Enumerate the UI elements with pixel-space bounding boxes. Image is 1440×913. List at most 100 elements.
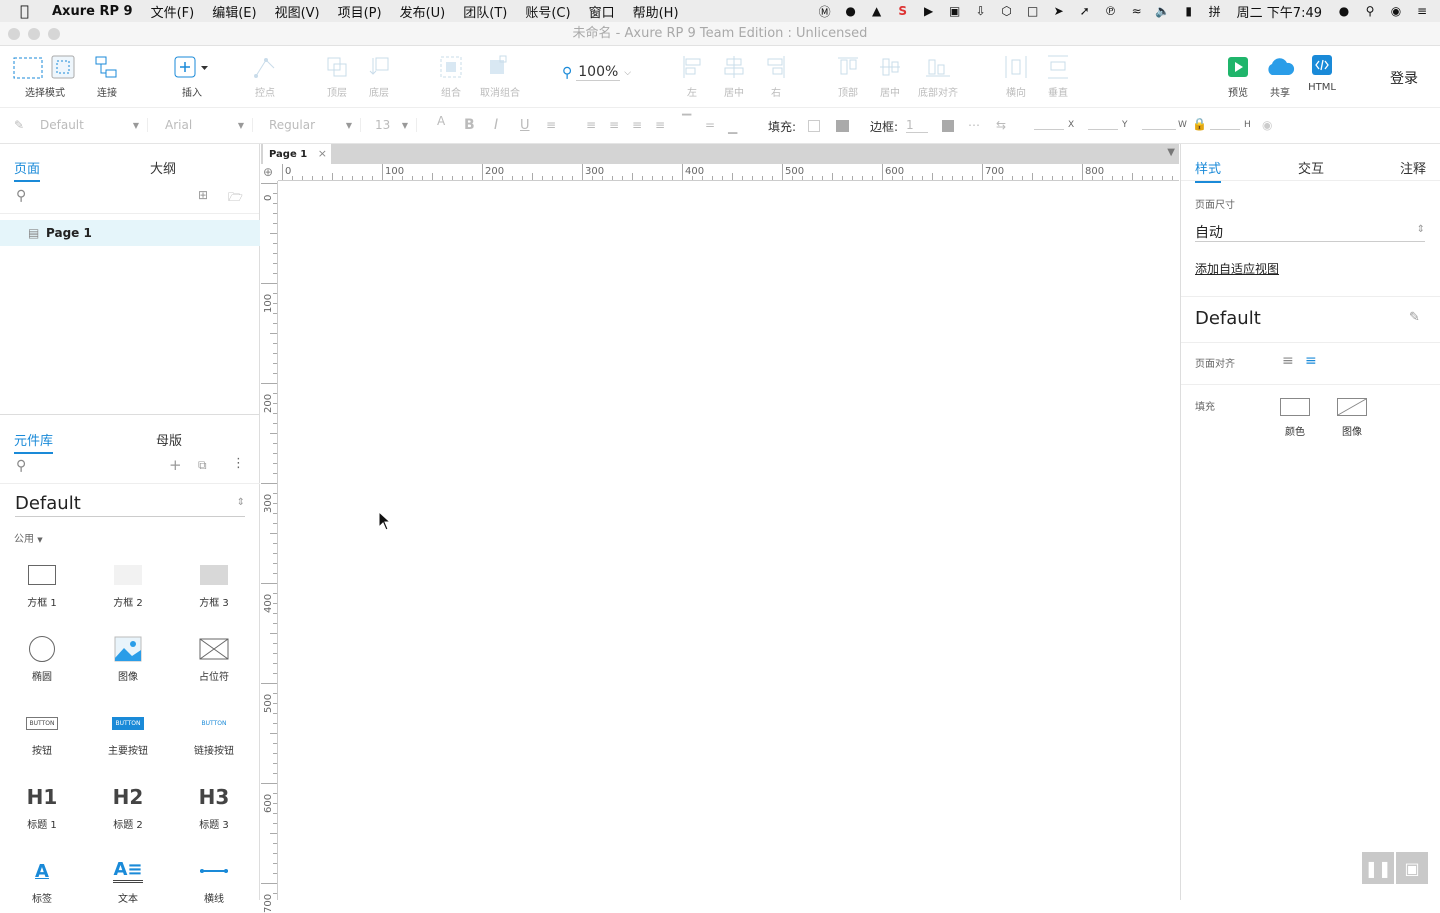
border-width-input[interactable]: 1: [906, 118, 928, 133]
tab-outline[interactable]: 大纲: [150, 158, 176, 177]
tab-notes[interactable]: 注释: [1400, 158, 1426, 177]
align-middle-button[interactable]: 居中: [878, 54, 902, 99]
widget-box-1[interactable]: 方框 1: [12, 556, 72, 609]
bring-to-top-button[interactable]: 顶层: [324, 54, 350, 99]
preview-button[interactable]: 预览: [1226, 54, 1250, 99]
play-icon[interactable]: ▶: [921, 4, 937, 18]
height-input[interactable]: [1210, 118, 1240, 130]
page-list-item[interactable]: ▤ Page 1: [0, 220, 260, 246]
widget-box-3[interactable]: 方框 3: [184, 556, 244, 609]
widget-heading-2[interactable]: H2 标题 2: [98, 778, 158, 831]
library-select[interactable]: Default ⇕: [15, 493, 245, 517]
clock[interactable]: 周二 下午7:49: [1237, 2, 1322, 21]
tabs-dropdown-icon[interactable]: ▼: [1167, 147, 1175, 158]
menu-window[interactable]: 窗口: [589, 2, 615, 21]
text-align-left-icon[interactable]: ≡: [586, 118, 596, 132]
widget-primary-button[interactable]: BUTTON 主要按钮: [98, 704, 158, 757]
close-icon[interactable]: ×: [318, 147, 327, 160]
volume-icon[interactable]: 🔈: [1155, 4, 1171, 18]
bullet-list-icon[interactable]: ≡: [546, 118, 556, 132]
menu-file[interactable]: 文件(F): [151, 2, 195, 21]
share-button[interactable]: 共享: [1264, 54, 1296, 99]
style-select[interactable]: Default ▼: [40, 118, 148, 132]
location-icon[interactable]: ➚: [1077, 4, 1093, 18]
page-align-center-icon[interactable]: ≡: [1305, 353, 1317, 369]
widget-button[interactable]: BUTTON 按钮: [12, 704, 72, 757]
canvas-area[interactable]: Page 1 × ▼ ⊕ 0 100 200 300 400 500 600 700 800 0…: [261, 144, 1183, 913]
user-icon[interactable]: ●: [1336, 4, 1352, 18]
width-input[interactable]: [1142, 118, 1176, 130]
tab-masters[interactable]: 母版: [156, 430, 182, 449]
bluetooth-icon[interactable]: ℗: [1103, 4, 1119, 18]
fill-color-button[interactable]: 颜色: [1279, 398, 1311, 439]
connect-button[interactable]: 连接: [94, 54, 120, 99]
send-icon[interactable]: ➤: [1051, 4, 1067, 18]
text-align-center-icon[interactable]: ≡: [609, 118, 619, 132]
style-brush-icon[interactable]: ✎: [14, 118, 24, 132]
align-bottom-button[interactable]: 底部对齐: [916, 54, 960, 99]
valign-middle-icon[interactable]: =: [705, 118, 715, 132]
fill-image-button[interactable]: 图像: [1336, 398, 1368, 439]
widget-image[interactable]: 图像: [98, 630, 158, 683]
menu-account[interactable]: 账号(C): [525, 2, 570, 21]
s-icon[interactable]: S: [895, 4, 911, 18]
html-button[interactable]: HTML: [1308, 54, 1336, 93]
menu-project[interactable]: 项目(P): [338, 2, 382, 21]
qq-icon[interactable]: ▲: [869, 4, 885, 18]
siri-icon[interactable]: ◉: [1388, 4, 1404, 18]
close-window-button[interactable]: [8, 28, 20, 40]
ruler-origin-icon[interactable]: ⊕: [263, 165, 273, 179]
text-align-right-icon[interactable]: ≡: [632, 118, 642, 132]
align-left-button[interactable]: 左: [680, 54, 704, 99]
zoom-control[interactable]: ⚲ 100% ⌵: [562, 64, 631, 81]
pause-icon[interactable]: ❚❚: [1362, 852, 1394, 884]
distribute-vertical-button[interactable]: 垂直: [1046, 54, 1070, 99]
align-center-button[interactable]: 居中: [722, 54, 746, 99]
picture-icon[interactable]: ▣: [1396, 852, 1428, 884]
tab-pages[interactable]: 页面: [14, 158, 41, 182]
edit-style-icon[interactable]: ✎: [1409, 310, 1420, 325]
wechat-icon[interactable]: ●: [843, 4, 859, 18]
wifi-icon[interactable]: ≈: [1129, 4, 1145, 18]
send-to-bottom-button[interactable]: 底层: [366, 54, 392, 99]
input-method-icon[interactable]: 拼: [1207, 4, 1223, 19]
horizontal-ruler[interactable]: 0 100 200 300 400 500 600 700 800: [278, 164, 1183, 181]
align-right-button[interactable]: 右: [764, 54, 788, 99]
widget-horizontal-line[interactable]: 横线: [184, 852, 244, 905]
border-style-icon[interactable]: ⋯: [968, 118, 980, 132]
border-color-swatch[interactable]: [942, 120, 954, 132]
arrow-style-icon[interactable]: ⇆: [996, 118, 1006, 132]
select-mode-button[interactable]: 选择模式: [12, 54, 78, 99]
library-category[interactable]: 公用 ▼: [14, 530, 43, 545]
widget-link-button[interactable]: BUTTON 链接按钮: [184, 704, 244, 758]
library-copy-icon[interactable]: ⧉: [198, 458, 207, 473]
font-weight-select[interactable]: Regular ▼: [269, 118, 361, 132]
search-icon[interactable]: ⚲: [16, 188, 26, 204]
underline-icon[interactable]: U: [520, 118, 530, 133]
y-input[interactable]: [1088, 118, 1118, 130]
insert-button[interactable]: 插入: [172, 54, 212, 99]
add-library-icon[interactable]: +: [169, 456, 182, 474]
zoom-window-button[interactable]: [48, 28, 60, 40]
add-folder-icon[interactable]: 🗁: [228, 188, 243, 209]
notification-center-icon[interactable]: ≡: [1414, 4, 1430, 18]
bold-icon[interactable]: B: [464, 117, 475, 133]
widget-label-text[interactable]: A 标签: [12, 852, 72, 906]
widget-paragraph[interactable]: A≡ 文本: [98, 852, 158, 905]
widget-heading-3[interactable]: H3 标题 3: [184, 778, 244, 831]
page-align-left-icon[interactable]: ≡: [1282, 353, 1294, 369]
battery-icon[interactable]: ▮: [1181, 4, 1197, 18]
app-menu[interactable]: Axure RP 9: [52, 4, 133, 19]
widget-heading-1[interactable]: H1 标题 1: [12, 778, 72, 831]
font-color-icon[interactable]: A: [437, 114, 445, 128]
points-button[interactable]: 控点: [252, 54, 278, 99]
fill-color-swatch[interactable]: [808, 120, 820, 132]
ungroup-button[interactable]: 取消组合: [478, 54, 522, 99]
minimize-window-button[interactable]: [28, 28, 40, 40]
x-input[interactable]: [1034, 118, 1064, 130]
group-button[interactable]: 组合: [438, 54, 464, 99]
page-size-select[interactable]: 自动 ⇕: [1195, 222, 1425, 242]
font-family-select[interactable]: Arial ▼: [165, 118, 253, 132]
italic-icon[interactable]: I: [494, 117, 498, 133]
spotlight-icon[interactable]: ⚲: [1362, 4, 1378, 18]
